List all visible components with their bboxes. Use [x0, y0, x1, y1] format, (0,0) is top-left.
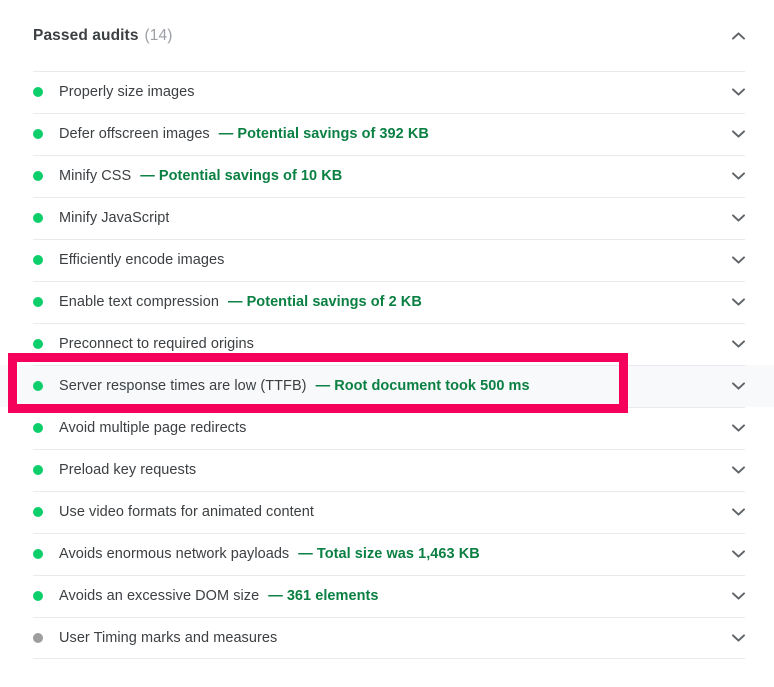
audit-row[interactable]: Avoids an excessive DOM size — 361 elemen… [0, 575, 774, 617]
chevron-down-icon[interactable] [728, 208, 748, 228]
audit-row[interactable]: User Timing marks and measures [0, 617, 774, 659]
audit-detail: — Potential savings of 392 KB [218, 126, 429, 142]
audit-title: Use video formats for animated content [59, 504, 314, 520]
audit-row[interactable]: Minify JavaScript [0, 197, 774, 239]
audit-row[interactable]: Properly size images [0, 71, 774, 113]
pass-status-dot-icon [33, 591, 43, 601]
audit-text: Properly size images [59, 84, 195, 100]
audit-text: Preload key requests [59, 462, 196, 478]
audit-text: Avoids enormous network payloads — Total … [59, 546, 480, 562]
passed-audits-header[interactable]: Passed audits (14) [0, 0, 774, 71]
audit-row[interactable]: Preconnect to required origins [0, 323, 774, 365]
pass-status-dot-icon [33, 465, 43, 475]
pass-status-dot-icon [33, 129, 43, 139]
pass-status-dot-icon [33, 87, 43, 97]
audit-title: Properly size images [59, 84, 195, 100]
pass-status-dot-icon [33, 381, 43, 391]
chevron-down-icon[interactable] [728, 418, 748, 438]
audit-title: Avoids enormous network payloads [59, 546, 290, 562]
audit-row[interactable]: Enable text compression — Potential savin… [0, 281, 774, 323]
audit-detail: — Root document took 500 ms [315, 378, 530, 394]
chevron-down-icon[interactable] [728, 460, 748, 480]
audit-row[interactable]: Use video formats for animated content [0, 491, 774, 533]
pass-status-dot-icon [33, 255, 43, 265]
page-title: Passed audits [33, 26, 139, 44]
audit-title: Efficiently encode images [59, 252, 225, 268]
passed-audits-count: (14) [144, 26, 173, 44]
audit-title: Preconnect to required origins [59, 336, 254, 352]
audit-title: Preload key requests [59, 462, 197, 478]
audit-title: Minify JavaScript [59, 210, 170, 226]
audit-row[interactable]: Avoid multiple page redirects [0, 407, 774, 449]
not-applicable-status-dot-icon [33, 633, 43, 643]
chevron-down-icon[interactable] [728, 502, 748, 522]
passed-audits-list: Properly size images Defer offscreen imag… [0, 71, 774, 659]
audit-title: Avoid multiple page redirects [59, 420, 247, 436]
chevron-down-icon[interactable] [728, 376, 748, 396]
audit-text: Efficiently encode images [59, 252, 224, 268]
pass-status-dot-icon [33, 213, 43, 223]
chevron-down-icon[interactable] [728, 166, 748, 186]
audit-title: User Timing marks and measures [59, 630, 278, 646]
audit-text: Avoid multiple page redirects [59, 420, 246, 436]
audit-text: Enable text compression — Potential savin… [59, 294, 422, 310]
chevron-down-icon[interactable] [728, 586, 748, 606]
pass-status-dot-icon [33, 549, 43, 559]
chevron-down-icon[interactable] [728, 250, 748, 270]
audit-title: Server response times are low (TTFB) [59, 378, 307, 394]
chevron-down-icon[interactable] [728, 292, 748, 312]
audit-title: Minify CSS [59, 168, 132, 184]
audit-text: Defer offscreen images — Potential saving… [59, 126, 429, 142]
audit-text: Preconnect to required origins [59, 336, 254, 352]
audit-row[interactable]: Server response times are low (TTFB) — Ro… [0, 365, 774, 407]
chevron-down-icon[interactable] [728, 334, 748, 354]
audit-detail: — Potential savings of 2 KB [227, 294, 422, 310]
audit-row[interactable]: Efficiently encode images [0, 239, 774, 281]
chevron-down-icon[interactable] [728, 82, 748, 102]
audit-text: Minify JavaScript [59, 210, 169, 226]
audit-row[interactable]: Defer offscreen images — Potential saving… [0, 113, 774, 155]
audit-row[interactable]: Minify CSS — Potential savings of 10 KB [0, 155, 774, 197]
audit-title: Avoids an excessive DOM size [59, 588, 260, 604]
pass-status-dot-icon [33, 339, 43, 349]
pass-status-dot-icon [33, 171, 43, 181]
pass-status-dot-icon [33, 297, 43, 307]
audit-detail: — Total size was 1,463 KB [298, 546, 480, 562]
audit-text: Avoids an excessive DOM size — 361 elemen… [59, 588, 379, 604]
audit-title: Enable text compression [59, 294, 219, 310]
passed-audits-card: Passed audits (14) Properly size images D… [0, 0, 774, 687]
audit-text: User Timing marks and measures [59, 630, 277, 646]
audit-title: Defer offscreen images [59, 126, 210, 142]
audit-text: Use video formats for animated content [59, 504, 314, 520]
pass-status-dot-icon [33, 507, 43, 517]
chevron-down-icon[interactable] [728, 124, 748, 144]
chevron-up-icon[interactable] [728, 26, 748, 46]
audit-text: Server response times are low (TTFB) — Ro… [59, 378, 530, 394]
chevron-down-icon[interactable] [728, 544, 748, 564]
audit-row[interactable]: Avoids enormous network payloads — Total … [0, 533, 774, 575]
audit-row[interactable]: Preload key requests [0, 449, 774, 491]
pass-status-dot-icon [33, 423, 43, 433]
chevron-down-icon[interactable] [728, 628, 748, 648]
audit-text: Minify CSS — Potential savings of 10 KB [59, 168, 342, 184]
audit-detail: — 361 elements [268, 588, 379, 604]
audit-detail: — Potential savings of 10 KB [140, 168, 343, 184]
